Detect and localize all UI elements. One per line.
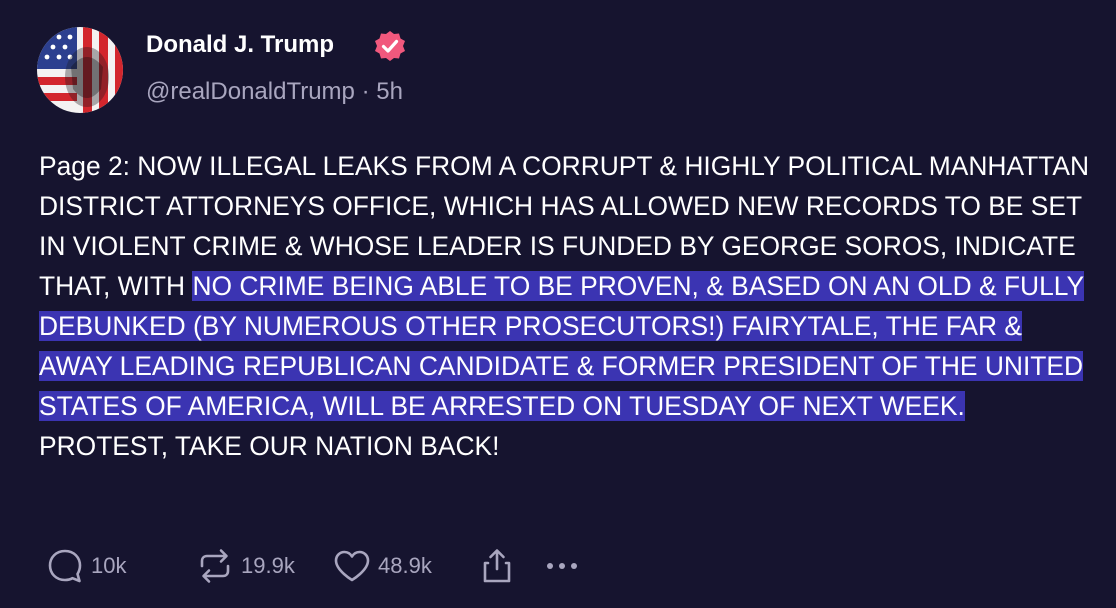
repost-icon <box>200 549 230 583</box>
more-options-button[interactable] <box>542 546 582 586</box>
like-count: 48.9k <box>378 553 432 578</box>
share-icon <box>483 549 511 583</box>
repost-count: 19.9k <box>241 553 295 578</box>
meta-separator: · <box>361 78 370 105</box>
avatar-flag-portrait-icon <box>37 27 123 113</box>
reply-button[interactable]: 10k <box>45 546 195 586</box>
more-dots-icon <box>547 563 577 569</box>
comment-bubble-icon <box>48 549 82 583</box>
post-text-highlighted: NO CRIME BEING ABLE TO BE PROVEN, & BASE… <box>39 271 1085 421</box>
author-handle[interactable]: @realDonaldTrump <box>146 78 355 105</box>
like-button[interactable]: 48.9k <box>332 546 477 586</box>
post-timestamp[interactable]: 5h <box>376 78 403 105</box>
post-body: Page 2: NOW ILLEGAL LEAKS FROM A CORRUPT… <box>39 146 1099 466</box>
heart-icon <box>334 550 370 582</box>
post-card: Donald J. Trump @realDonaldTrump · 5h Pa… <box>0 0 1116 608</box>
post-text-closing: PROTEST, TAKE OUR NATION BACK! <box>39 431 500 461</box>
reply-count: 10k <box>91 553 127 578</box>
verified-badge-icon <box>375 31 405 61</box>
author-name[interactable]: Donald J. Trump <box>146 30 334 60</box>
post-meta: @realDonaldTrump · 5h <box>146 76 403 108</box>
repost-button[interactable]: 19.9k <box>195 546 332 586</box>
post-actions: 10k 19.9k 48.9k <box>45 544 582 588</box>
author-avatar[interactable] <box>37 27 123 113</box>
share-button[interactable] <box>477 546 542 586</box>
